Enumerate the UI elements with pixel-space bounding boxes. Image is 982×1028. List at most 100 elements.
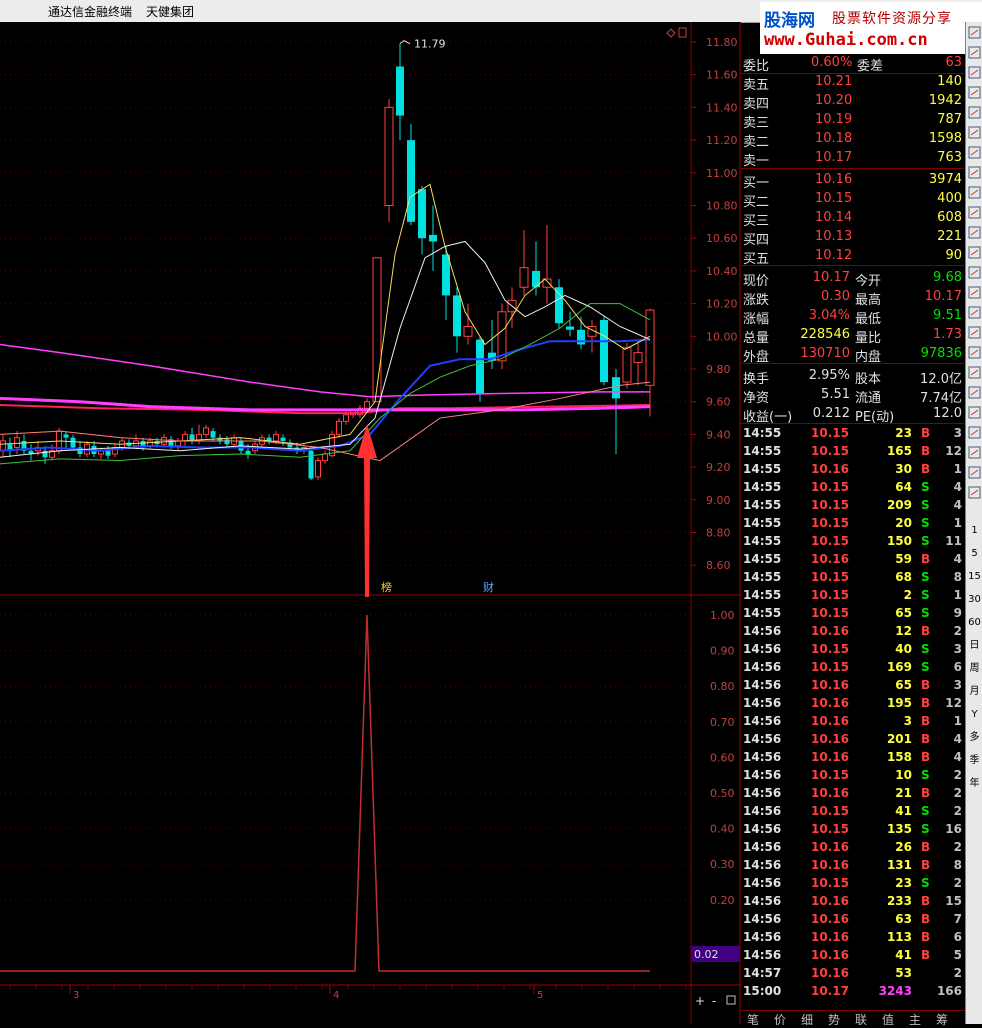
toolbar-icon[interactable] bbox=[967, 366, 982, 384]
toolbar-icon[interactable] bbox=[967, 286, 982, 304]
ask-volume: 763 bbox=[937, 150, 962, 165]
tick-volume: 26 bbox=[895, 840, 912, 854]
tick-volume: 233 bbox=[886, 894, 912, 908]
toolbar-icon[interactable] bbox=[967, 106, 982, 124]
bottom-tab[interactable]: 联 bbox=[855, 1011, 867, 1028]
tick-time: 14:56 bbox=[743, 660, 782, 674]
period-button[interactable]: 1 bbox=[967, 522, 982, 540]
toolbar-icon[interactable] bbox=[967, 26, 982, 44]
tick-count: 2 bbox=[953, 786, 962, 800]
tick-time: 14:55 bbox=[743, 498, 782, 512]
period-button[interactable]: 多 bbox=[967, 729, 982, 747]
tick-price: 10.16 bbox=[811, 858, 849, 872]
tick-row: 14:56 10.16 131 B 8 bbox=[741, 857, 964, 875]
period-button[interactable]: 季 bbox=[967, 752, 982, 770]
zoom-in-button[interactable]: + bbox=[695, 994, 705, 1008]
tick-count: 8 bbox=[953, 570, 962, 584]
toolbar-icon[interactable] bbox=[967, 466, 982, 484]
ask-price: 10.21 bbox=[815, 74, 853, 89]
toolbar-icon[interactable] bbox=[967, 66, 982, 84]
indicator-tick-label: 0.20 bbox=[710, 894, 735, 907]
bottom-tabs: 笔价细势联值主筹 bbox=[741, 1010, 965, 1028]
toolbar-icon[interactable] bbox=[967, 386, 982, 404]
bid-volume: 3974 bbox=[928, 172, 962, 187]
bottom-tab[interactable]: 值 bbox=[882, 1011, 894, 1028]
tick-count: 2 bbox=[953, 840, 962, 854]
toolbar-icon[interactable] bbox=[967, 306, 982, 324]
price-tick-label: 9.40 bbox=[706, 428, 731, 441]
tick-price: 10.16 bbox=[811, 750, 849, 764]
kline-chart[interactable]: 11.80 11.60 11.40 11.20 11.00 10.80 10.60 10.40… bbox=[0, 22, 741, 1024]
toolbar-icon[interactable] bbox=[967, 346, 982, 364]
marker-cai[interactable]: 财 bbox=[483, 580, 494, 594]
price-tick-label: 9.20 bbox=[706, 461, 731, 474]
bottom-tab[interactable]: 价 bbox=[774, 1011, 786, 1028]
tick-time: 15:00 bbox=[743, 984, 782, 998]
toolbar-icon[interactable] bbox=[967, 426, 982, 444]
tick-count: 4 bbox=[953, 498, 962, 512]
divider bbox=[741, 168, 964, 169]
tick-count: 12 bbox=[945, 696, 962, 710]
tick-side: S bbox=[921, 606, 930, 620]
stat-label: 最高 bbox=[855, 293, 882, 308]
toolbar-icon[interactable] bbox=[967, 266, 982, 284]
toolbar-icon[interactable] bbox=[967, 246, 982, 264]
tick-list[interactable]: 14:55 10.15 23 B 3 14:55 10.15 165 B 12 14:55 10.16… bbox=[741, 425, 964, 1001]
period-button[interactable]: Y bbox=[967, 706, 982, 724]
period-button[interactable]: 周 bbox=[967, 660, 982, 678]
toolbar-icon[interactable] bbox=[967, 46, 982, 64]
tick-time: 14:55 bbox=[743, 462, 782, 476]
indicator-tick-label: 1.00 bbox=[710, 609, 735, 622]
tick-price: 10.16 bbox=[811, 678, 849, 692]
period-button[interactable]: 月 bbox=[967, 683, 982, 701]
toolbar-icon[interactable] bbox=[967, 226, 982, 244]
bid-volume: 400 bbox=[937, 191, 962, 206]
toolbar-icon[interactable] bbox=[967, 126, 982, 144]
tick-volume: 59 bbox=[895, 552, 912, 566]
ask-row: 卖五 10.21 140 bbox=[741, 73, 964, 93]
toolbar-icon[interactable] bbox=[967, 186, 982, 204]
bottom-tab[interactable]: 势 bbox=[828, 1011, 840, 1028]
period-button[interactable]: 日 bbox=[967, 637, 982, 655]
stat-value: 9.51 bbox=[933, 308, 962, 323]
tick-count: 1 bbox=[953, 588, 962, 602]
fin-value: 12.0 bbox=[933, 406, 962, 421]
toolbar-icon[interactable] bbox=[967, 146, 982, 164]
bottom-tab[interactable]: 主 bbox=[909, 1011, 921, 1028]
period-button[interactable]: 年 bbox=[967, 775, 982, 793]
toolbar-icon[interactable] bbox=[967, 486, 982, 504]
tick-price: 10.15 bbox=[811, 642, 849, 656]
bid-price: 10.13 bbox=[815, 229, 853, 244]
toolbar-icon[interactable] bbox=[967, 86, 982, 104]
tick-time: 14:55 bbox=[743, 444, 782, 458]
period-button[interactable]: 60 bbox=[967, 614, 982, 632]
candle bbox=[600, 316, 608, 386]
period-button[interactable]: 30 bbox=[967, 591, 982, 609]
candle bbox=[384, 99, 394, 222]
zoom-out-button[interactable]: - bbox=[712, 994, 716, 1008]
marker-bang[interactable]: 榜 bbox=[381, 580, 392, 594]
tick-count: 3 bbox=[953, 426, 962, 440]
stock-name: 天健集团 bbox=[146, 5, 195, 19]
toolbar-icon[interactable] bbox=[967, 166, 982, 184]
tick-volume: 21 bbox=[895, 786, 912, 800]
toolbar-icon[interactable] bbox=[967, 326, 982, 344]
tick-side: B bbox=[921, 930, 931, 944]
toolbar-icon[interactable] bbox=[967, 206, 982, 224]
toolbar-icon[interactable] bbox=[967, 406, 982, 424]
ask-row: 卖四 10.20 1942 bbox=[741, 92, 964, 112]
tick-price: 10.16 bbox=[811, 696, 849, 710]
bottom-tab[interactable]: 筹 bbox=[936, 1011, 948, 1028]
tick-volume: 2 bbox=[903, 588, 912, 602]
bottom-tab[interactable]: 细 bbox=[801, 1011, 813, 1028]
toolbar-icon[interactable] bbox=[967, 446, 982, 464]
tick-side: B bbox=[921, 714, 931, 728]
indicator-tick-label: 0.30 bbox=[710, 858, 735, 871]
period-button[interactable]: 15 bbox=[967, 568, 982, 586]
tick-volume: 135 bbox=[886, 822, 912, 836]
weicha-value: 63 bbox=[945, 55, 962, 70]
bottom-tab[interactable]: 笔 bbox=[747, 1011, 759, 1028]
period-button[interactable]: 5 bbox=[967, 545, 982, 563]
tick-side: S bbox=[921, 822, 930, 836]
price-tick-label: 9.00 bbox=[706, 494, 731, 507]
